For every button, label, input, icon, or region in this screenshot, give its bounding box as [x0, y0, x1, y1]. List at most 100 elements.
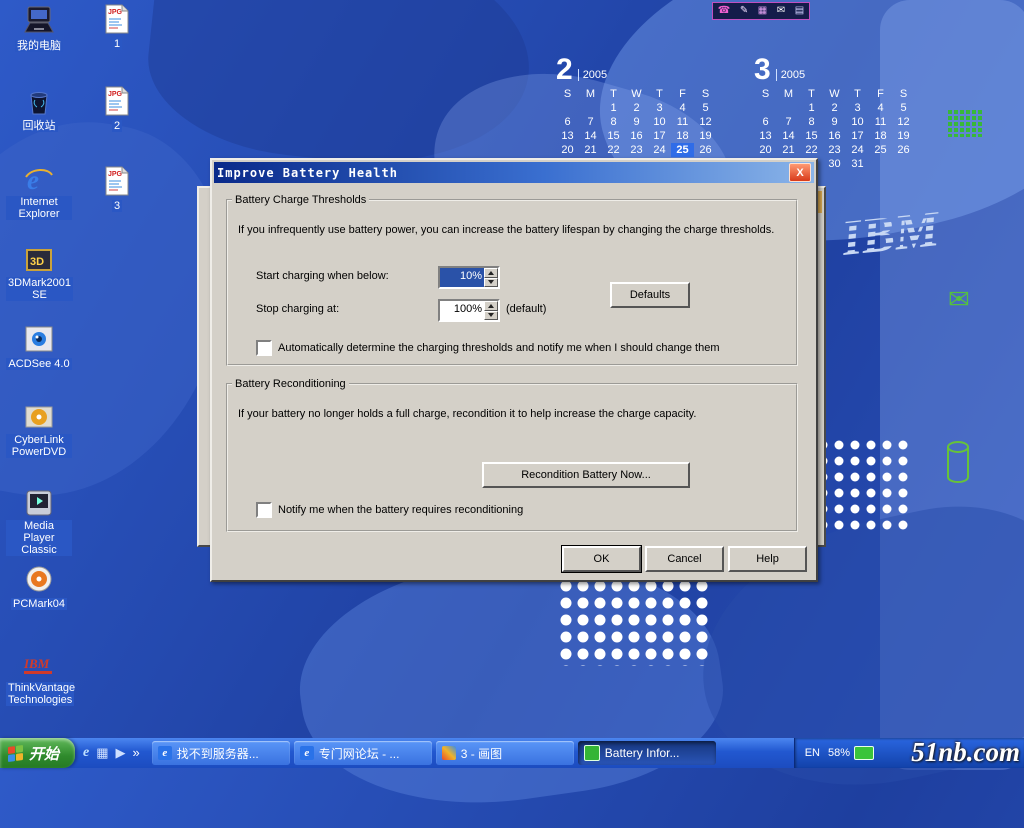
desktop-icon-3dmark[interactable]: 3D3DMark2001 SE	[6, 243, 72, 303]
calendar-day[interactable]: 26	[892, 143, 915, 157]
help-button[interactable]: Help	[728, 546, 807, 572]
spin-up-icon[interactable]	[484, 268, 498, 278]
start-button[interactable]: 开始	[0, 738, 75, 768]
desktop-toolbar[interactable]: ☎ ✎ ▦ ✉ ▤	[712, 2, 810, 20]
language-indicator[interactable]: EN	[805, 747, 820, 759]
calendar-day[interactable]: 20	[754, 143, 777, 157]
calendar-day[interactable]: 11	[869, 115, 892, 129]
auto-determine-checkbox[interactable]	[256, 340, 272, 356]
calendar-day[interactable]: 9	[625, 115, 648, 129]
calendar-day[interactable]: 18	[869, 129, 892, 143]
jpg-file-icon[interactable]: JPG3	[90, 164, 144, 214]
calendar-day[interactable]: 15	[602, 129, 625, 143]
calendar-day[interactable]: 5	[892, 101, 915, 115]
calendar-day[interactable]: 16	[823, 129, 846, 143]
calendar-day[interactable]: 6	[556, 115, 579, 129]
chevron-more-icon[interactable]: »	[133, 745, 140, 761]
desktop-icon-powerdvd[interactable]: CyberLink PowerDVD	[6, 400, 72, 460]
calendar-day[interactable]: 30	[823, 157, 846, 171]
media-quicklaunch-icon[interactable]: ▶	[116, 745, 126, 761]
calendar-day[interactable]: 23	[823, 143, 846, 157]
battery-tray-indicator[interactable]: 58%	[828, 746, 874, 760]
desktop-icon-internet-explorer[interactable]: eInternet Explorer	[6, 162, 72, 222]
taskbar-task[interactable]: e专门网论坛 - ...	[294, 741, 432, 765]
calendar-day[interactable]: 15	[800, 129, 823, 143]
calendar-day[interactable]: 3	[648, 101, 671, 115]
notify-reconditioning-checkbox[interactable]	[256, 502, 272, 518]
calendar-day[interactable]: 17	[648, 129, 671, 143]
calendar-day[interactable]: 19	[892, 129, 915, 143]
calendar-day[interactable]: 17	[846, 129, 869, 143]
dialog-titlebar[interactable]: Improve Battery Health X	[214, 162, 814, 183]
calendar-day[interactable]: 13	[754, 129, 777, 143]
calendar-day[interactable]: 6	[754, 115, 777, 129]
calendar-day[interactable]: 2	[625, 101, 648, 115]
calendar-day[interactable]: 9	[823, 115, 846, 129]
calendar-day[interactable]: 22	[800, 143, 823, 157]
calendar-day[interactable]: 4	[671, 101, 694, 115]
calendar-day[interactable]: 2	[823, 101, 846, 115]
stop-threshold-value[interactable]: 100%	[440, 301, 484, 320]
calendar-day[interactable]: 11	[671, 115, 694, 129]
taskbar-task[interactable]: e找不到服务器...	[152, 741, 290, 765]
calendar-day[interactable]: 18	[671, 129, 694, 143]
calendar-day[interactable]: 10	[846, 115, 869, 129]
start-threshold-value[interactable]: 10%	[440, 268, 484, 287]
calendar-day[interactable]: 22	[602, 143, 625, 157]
calendar-day[interactable]: 14	[777, 129, 800, 143]
calendar-day[interactable]: 8	[602, 115, 625, 129]
ie-quicklaunch-icon[interactable]: e	[83, 745, 89, 761]
calendar-day[interactable]: 3	[846, 101, 869, 115]
desktop-icon-my-computer[interactable]: 我的电脑	[6, 4, 72, 54]
cancel-button[interactable]: Cancel	[645, 546, 724, 572]
show-desktop-icon[interactable]: ▦	[96, 745, 108, 761]
calendar-day[interactable]: 25	[869, 143, 892, 157]
calendar-day[interactable]: 24	[846, 143, 869, 157]
desktop-icon-pcmark[interactable]: PCMark04	[6, 562, 72, 612]
calendar-day[interactable]: 21	[579, 143, 602, 157]
close-icon[interactable]: X	[789, 163, 811, 182]
desktop-icon-recycle-bin[interactable]: 回收站	[6, 84, 72, 134]
calendar-day[interactable]: 13	[556, 129, 579, 143]
jpg-file-icon[interactable]: JPG2	[90, 84, 144, 134]
calendar-day[interactable]: 26	[694, 143, 717, 157]
calendar-day[interactable]: 23	[625, 143, 648, 157]
spin-up-icon[interactable]	[484, 301, 498, 311]
calendar-day[interactable]: 12	[694, 115, 717, 129]
desktop-icon-acdsee[interactable]: ACDSee 4.0	[6, 322, 72, 372]
calendar-day[interactable]: 7	[777, 115, 800, 129]
calendar-day[interactable]: 7	[579, 115, 602, 129]
calendar-day[interactable]: 19	[694, 129, 717, 143]
calendar-day[interactable]: 31	[846, 157, 869, 171]
recondition-battery-button[interactable]: Recondition Battery Now...	[482, 462, 690, 488]
calendar-day[interactable]: 14	[579, 129, 602, 143]
calendar-day[interactable]: 5	[694, 101, 717, 115]
start-threshold-input[interactable]: 10%	[438, 266, 500, 289]
calendar-day[interactable]: 1	[602, 101, 625, 115]
spin-down-icon[interactable]	[484, 278, 498, 288]
desktop-icon-thinkvantage[interactable]: IBMThinkVantage Technologies	[6, 648, 72, 708]
stop-threshold-input[interactable]: 100%	[438, 299, 500, 322]
mail-icon[interactable]: ✉	[777, 3, 785, 19]
desktop-icon-media-player-classic[interactable]: Media Player Classic	[6, 486, 72, 558]
keyboard-icon[interactable]: ▤	[795, 3, 804, 19]
calendar-day[interactable]: 12	[892, 115, 915, 129]
phone-icon[interactable]: ☎	[718, 3, 730, 19]
calendar-day[interactable]: 4	[869, 101, 892, 115]
monitor-icon[interactable]: ▦	[758, 3, 767, 19]
jpg-file-icon[interactable]: JPG1	[90, 2, 144, 52]
spin-down-icon[interactable]	[484, 311, 498, 321]
pen-icon[interactable]: ✎	[740, 3, 748, 19]
defaults-button[interactable]: Defaults	[610, 282, 690, 308]
taskbar-task[interactable]: 3 - 画图	[436, 741, 574, 765]
calendar-day[interactable]: 20	[556, 143, 579, 157]
calendar-day[interactable]: 16	[625, 129, 648, 143]
calendar-day[interactable]: 10	[648, 115, 671, 129]
calendar-day[interactable]: 21	[777, 143, 800, 157]
taskbar-task[interactable]: Battery Infor...	[578, 741, 716, 765]
ok-button[interactable]: OK	[562, 546, 641, 572]
calendar-day-selected[interactable]: 25	[671, 143, 694, 157]
calendar-day[interactable]: 1	[800, 101, 823, 115]
calendar-day[interactable]: 8	[800, 115, 823, 129]
calendar-day[interactable]: 24	[648, 143, 671, 157]
